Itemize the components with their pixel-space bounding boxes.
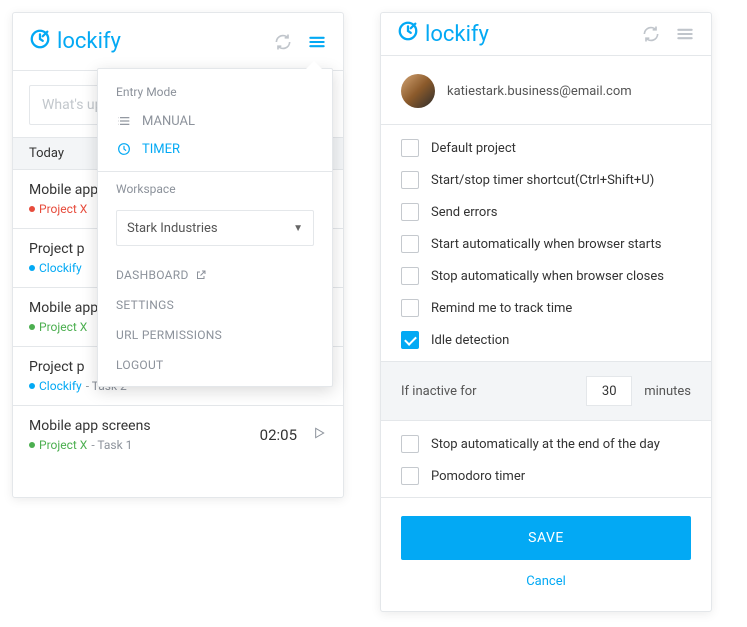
project-color-dot — [29, 442, 35, 448]
setting-label: Start automatically when browser starts — [431, 237, 661, 252]
save-button[interactable]: SAVE — [401, 516, 691, 560]
footer: SAVE Cancel — [381, 497, 711, 611]
app-name: lockify — [425, 22, 489, 47]
inactive-unit: minutes — [644, 384, 691, 399]
list-icon — [116, 113, 132, 129]
app-logo[interactable]: lockify — [397, 20, 489, 48]
checkbox[interactable] — [401, 235, 419, 253]
clock-icon — [116, 141, 132, 157]
menu-settings[interactable]: SETTINGS — [98, 290, 332, 320]
entry-project: Project X — [39, 320, 87, 334]
settings-panel: lockify katiestark.business@email.com De… — [380, 12, 712, 612]
settings-options: Default project Start/stop timer shortcut… — [381, 125, 711, 361]
setting-label: Send errors — [431, 205, 497, 220]
idle-inactive-row: If inactive for minutes — [381, 361, 711, 421]
setting-label: Stop automatically at the end of the day — [431, 437, 660, 452]
app-logo[interactable]: lockify — [29, 28, 121, 56]
setting-label: Default project — [431, 141, 516, 156]
chevron-down-icon: ▼ — [293, 223, 303, 234]
settings-options-2: Stop automatically at the end of the day… — [381, 421, 711, 497]
setting-option[interactable]: Pomodoro timer — [401, 467, 691, 485]
header: lockify — [381, 13, 711, 56]
external-link-icon — [195, 269, 207, 281]
workspace-label: Workspace — [98, 180, 332, 204]
user-email: katiestark.business@email.com — [447, 84, 632, 99]
checkbox[interactable] — [401, 267, 419, 285]
entry-title: Mobile app screens — [29, 418, 151, 434]
setting-option[interactable]: Remind me to track time — [401, 299, 691, 317]
entry-project: Project X — [39, 202, 87, 216]
entry-mode-manual[interactable]: MANUAL — [98, 107, 332, 135]
setting-label: Idle detection — [431, 333, 509, 348]
inactive-minutes-input[interactable] — [586, 376, 632, 406]
divider — [98, 171, 332, 172]
project-color-dot — [29, 265, 35, 271]
header-actions — [641, 24, 695, 44]
entry-title: Mobile app — [29, 300, 98, 316]
setting-label: Stop automatically when browser closes — [431, 269, 664, 284]
main-menu-dropdown: Entry Mode MANUAL TIMER Workspace Stark … — [97, 68, 333, 387]
setting-option[interactable]: Start automatically when browser starts — [401, 235, 691, 253]
refresh-icon[interactable] — [273, 32, 293, 52]
entry-task: - Task 1 — [91, 438, 132, 452]
inactive-label: If inactive for — [401, 384, 477, 399]
menu-url-permissions[interactable]: URL PERMISSIONS — [98, 320, 332, 350]
setting-label: Remind me to track time — [431, 301, 572, 316]
setting-option[interactable]: Stop automatically at the end of the day — [401, 435, 691, 453]
project-color-dot — [29, 206, 35, 212]
setting-option[interactable]: Idle detection — [401, 331, 691, 349]
setting-label: Start/stop timer shortcut(Ctrl+Shift+U) — [431, 173, 654, 188]
workspace-select[interactable]: Stark Industries ▼ — [116, 210, 314, 246]
header-actions — [273, 32, 327, 52]
project-color-dot — [29, 324, 35, 330]
menu-icon[interactable] — [675, 24, 695, 44]
entry-title: Project p — [29, 241, 84, 257]
app-name: lockify — [57, 29, 121, 54]
entry-duration: 02:05 — [260, 426, 297, 444]
clockify-logo-icon — [29, 28, 51, 56]
checkbox[interactable] — [401, 299, 419, 317]
avatar[interactable] — [401, 74, 435, 108]
cancel-button[interactable]: Cancel — [401, 570, 691, 593]
entry-project: Clockify — [39, 379, 82, 393]
entry-mode-timer[interactable]: TIMER — [98, 135, 332, 163]
checkbox[interactable] — [401, 331, 419, 349]
time-entry[interactable]: Mobile app screens Project X - Task 1 02:0… — [13, 406, 343, 464]
clockify-logo-icon — [397, 20, 419, 48]
entry-title: Mobile app — [29, 182, 98, 198]
checkbox[interactable] — [401, 203, 419, 221]
menu-icon[interactable] — [307, 32, 327, 52]
menu-dashboard[interactable]: DASHBOARD — [98, 260, 332, 290]
header: lockify — [13, 13, 343, 71]
setting-option[interactable]: Stop automatically when browser closes — [401, 267, 691, 285]
checkbox[interactable] — [401, 467, 419, 485]
entry-project: Project X — [39, 438, 87, 452]
setting-label: Pomodoro timer — [431, 469, 525, 484]
checkbox[interactable] — [401, 171, 419, 189]
entry-mode-label: Entry Mode — [98, 83, 332, 107]
user-row: katiestark.business@email.com — [381, 56, 711, 125]
menu-logout[interactable]: LOGOUT — [98, 350, 332, 380]
checkbox[interactable] — [401, 435, 419, 453]
setting-option[interactable]: Start/stop timer shortcut(Ctrl+Shift+U) — [401, 171, 691, 189]
checkbox[interactable] — [401, 139, 419, 157]
setting-option[interactable]: Send errors — [401, 203, 691, 221]
setting-option[interactable]: Default project — [401, 139, 691, 157]
play-icon[interactable] — [311, 425, 327, 445]
refresh-icon[interactable] — [641, 24, 661, 44]
project-color-dot — [29, 383, 35, 389]
entry-project: Clockify — [39, 261, 82, 275]
main-panel: lockify Today Mobile appProject XProject… — [12, 12, 344, 498]
